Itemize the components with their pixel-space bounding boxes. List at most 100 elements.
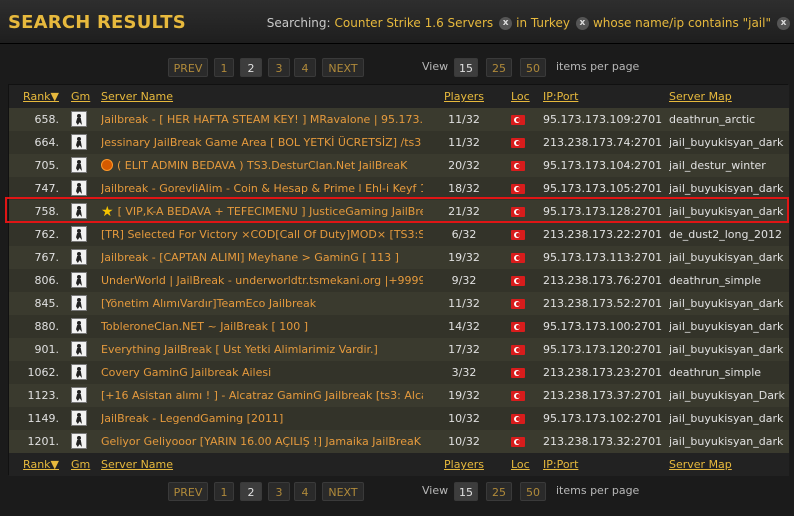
server-name-link[interactable]: Jessinary JailBreak Game Area [ BOL YETK…: [101, 136, 421, 149]
ip-port-cell: 95.173.173.109:27015: [543, 113, 663, 126]
server-name-cell[interactable]: Covery GaminG Jailbreak Ailesi: [101, 361, 423, 384]
map-column-footer[interactable]: Server Map: [669, 453, 787, 476]
server-name-cell[interactable]: UnderWorld | JailBreak - underworldtr.ts…: [101, 269, 423, 292]
server-name-link[interactable]: Jailbreak - GorevliAlim - Coin & Hesap &…: [101, 182, 423, 195]
players-column-header[interactable]: Players: [443, 85, 485, 108]
table-row[interactable]: 747. Jailbreak - GorevliAlim - Coin & Hes…: [9, 177, 789, 200]
server-name-cell[interactable]: [Yönetim AlımıVardır]TeamEco Jailbreak: [101, 292, 423, 315]
server-name-link[interactable]: [ VIP,K-A BEDAVA + TEFECIMENU ] JusticeG…: [118, 205, 423, 218]
game-cell: [71, 154, 89, 177]
ip-port-cell: 95.173.173.120:27015: [543, 343, 663, 356]
table-row[interactable]: 1123. [+16 Asistan alımı ! ] - Alcatraz G…: [9, 384, 789, 407]
view-15-button-bottom[interactable]: 15: [454, 482, 478, 501]
server-name-link[interactable]: [Yönetim AlımıVardır]TeamEco Jailbreak: [101, 297, 316, 310]
server-name-link[interactable]: [TR] Selected For Victory ×COD[Call Of D…: [101, 228, 423, 241]
rank-column-footer[interactable]: Rank▼: [13, 453, 59, 476]
rank-column-header[interactable]: Rank▼: [13, 85, 59, 108]
server-name-cell[interactable]: ★ [ VIP,K-A BEDAVA + TEFECIMENU ] Justice…: [101, 200, 423, 223]
table-row[interactable]: 845. [Yönetim AlımıVardır]TeamEco Jailbre…: [9, 292, 789, 315]
server-name-cell[interactable]: Everything JailBreak [ Ust Yetki Alimlar…: [101, 338, 423, 361]
server-name-link[interactable]: [+16 Asistan alımı ! ] - Alcatraz GaminG…: [101, 389, 423, 402]
server-name-link[interactable]: Geliyor Geliyooor [YARIN 16.00 AÇILIŞ !]…: [101, 435, 423, 448]
rank-cell: 845.: [34, 297, 60, 310]
page-2-button-bottom[interactable]: 2: [240, 482, 262, 501]
table-row[interactable]: 658. Jailbreak - [ HER HAFTA STEAM KEY! ]…: [9, 108, 789, 131]
remove-filter-country-icon[interactable]: x: [575, 16, 589, 30]
table-row[interactable]: 758. ★ [ VIP,K-A BEDAVA + TEFECIMENU ] Jus…: [9, 200, 789, 223]
server-name-cell[interactable]: Geliyor Geliyooor [YARIN 16.00 AÇILIŞ !]…: [101, 430, 423, 453]
ip-port-cell: 95.173.173.102:27015: [543, 412, 663, 425]
turkey-flag-icon: [511, 414, 525, 424]
next-button[interactable]: NEXT: [322, 58, 364, 77]
table-row[interactable]: 880. TobleroneClan.NET ~ JailBreak [ 100 …: [9, 315, 789, 338]
server-name-link[interactable]: Jailbreak - [CAPTAN ALIMI] Meyhane > Gam…: [101, 251, 399, 264]
turkey-flag-icon: [511, 184, 525, 194]
gm-column-footer[interactable]: Gm: [71, 453, 93, 476]
server-name-link[interactable]: UnderWorld | JailBreak - underworldtr.ts…: [101, 274, 423, 287]
server-name-cell[interactable]: Jessinary JailBreak Game Area [ BOL YETK…: [101, 131, 423, 154]
table-row[interactable]: 806. UnderWorld | JailBreak - underworldt…: [9, 269, 789, 292]
loc-column-header[interactable]: Loc: [511, 85, 533, 108]
view-50-button[interactable]: 50: [520, 58, 546, 77]
server-name-cell[interactable]: Jailbreak - [CAPTAN ALIMI] Meyhane > Gam…: [101, 246, 423, 269]
table-row[interactable]: 901. Everything JailBreak [ Ust Yetki Ali…: [9, 338, 789, 361]
location-cell: [511, 131, 533, 154]
table-row[interactable]: 767. Jailbreak - [CAPTAN ALIMI] Meyhane >…: [9, 246, 789, 269]
game-cell: [71, 361, 89, 384]
server-name-cell[interactable]: JailBreak - LegendGaming [2011]: [101, 407, 423, 430]
server-map-cell: jail_buyukisyan_Dark: [669, 389, 785, 402]
server-name-link[interactable]: ( ELIT ADMIN BEDAVA ) TS3.DesturClan.Net…: [117, 159, 407, 172]
table-row[interactable]: 1149. JailBreak - LegendGaming [2011] 10/3…: [9, 407, 789, 430]
table-row[interactable]: 1062. Covery GaminG Jailbreak Ailesi 3/32 2…: [9, 361, 789, 384]
remove-filter-name-icon[interactable]: x: [777, 16, 790, 30]
map-column-header[interactable]: Server Map: [669, 85, 787, 108]
gm-column-header[interactable]: Gm: [71, 85, 93, 108]
table-row[interactable]: 1201. Geliyor Geliyooor [YARIN 16.00 AÇIL…: [9, 430, 789, 453]
server-name-cell[interactable]: Jailbreak - GorevliAlim - Coin & Hesap &…: [101, 177, 423, 200]
page-3-button[interactable]: 3: [268, 58, 290, 77]
page-1-button[interactable]: 1: [214, 58, 234, 77]
server-map-cell: jail_buyukisyan_dark: [669, 435, 784, 448]
view-50-button-bottom[interactable]: 50: [520, 482, 546, 501]
prev-button[interactable]: PREV: [168, 58, 208, 77]
server-name-cell[interactable]: [TR] Selected For Victory ×COD[Call Of D…: [101, 223, 423, 246]
view-15-button[interactable]: 15: [454, 58, 478, 77]
table-row[interactable]: 664. Jessinary JailBreak Game Area [ BOL …: [9, 131, 789, 154]
server-name-cell[interactable]: [+16 Asistan alımı ! ] - Alcatraz GaminG…: [101, 384, 423, 407]
view-25-button[interactable]: 25: [486, 58, 512, 77]
players-column-footer[interactable]: Players: [443, 453, 485, 476]
view-25-button-bottom[interactable]: 25: [486, 482, 512, 501]
prev-button-bottom[interactable]: PREV: [168, 482, 208, 501]
server-name-cell[interactable]: TobleroneClan.NET ~ JailBreak [ 100 ]: [101, 315, 423, 338]
server-name-link[interactable]: Covery GaminG Jailbreak Ailesi: [101, 366, 271, 379]
table-footer: Rank▼ Gm Server Name Players Loc IP:Port…: [9, 453, 789, 476]
ip-column-footer[interactable]: IP:Port: [543, 453, 663, 476]
page-4-button-bottom[interactable]: 4: [294, 482, 316, 501]
searching-label: Searching:: [266, 16, 331, 30]
name-column-header[interactable]: Server Name: [101, 85, 423, 108]
loc-column-footer[interactable]: Loc: [511, 453, 533, 476]
server-name-cell[interactable]: ( ELIT ADMIN BEDAVA ) TS3.DesturClan.Net…: [101, 154, 423, 177]
table-row[interactable]: 762. [TR] Selected For Victory ×COD[Call …: [9, 223, 789, 246]
ip-column-header[interactable]: IP:Port: [543, 85, 663, 108]
page-3-button-bottom[interactable]: 3: [268, 482, 290, 501]
counter-strike-icon: [71, 410, 87, 426]
remove-filter-game-icon[interactable]: x: [499, 16, 513, 30]
server-name-link[interactable]: JailBreak - LegendGaming [2011]: [101, 412, 283, 425]
server-name-link[interactable]: TobleroneClan.NET ~ JailBreak [ 100 ]: [101, 320, 308, 333]
table-row[interactable]: 705. ( ELIT ADMIN BEDAVA ) TS3.DesturClan…: [9, 154, 789, 177]
counter-strike-icon: [71, 134, 87, 150]
page-2-button[interactable]: 2: [240, 58, 262, 77]
ip-port-cell: 213.238.173.22:27015: [543, 228, 663, 241]
players-cell: 11/32: [448, 113, 480, 126]
next-button-bottom[interactable]: NEXT: [322, 482, 364, 501]
server-name-link[interactable]: Jailbreak - [ HER HAFTA STEAM KEY! ] MRa…: [101, 113, 423, 126]
server-name-link[interactable]: Everything JailBreak [ Ust Yetki Alimlar…: [101, 343, 378, 356]
ip-port-cell: 95.173.173.113:27015: [543, 251, 663, 264]
page-1-button-bottom[interactable]: 1: [214, 482, 234, 501]
players-cell: 20/32: [448, 159, 480, 172]
name-column-footer[interactable]: Server Name: [101, 453, 423, 476]
page-4-button[interactable]: 4: [294, 58, 316, 77]
server-name-cell[interactable]: Jailbreak - [ HER HAFTA STEAM KEY! ] MRa…: [101, 108, 423, 131]
server-map-cell: de_dust2_long_2012: [669, 228, 782, 241]
